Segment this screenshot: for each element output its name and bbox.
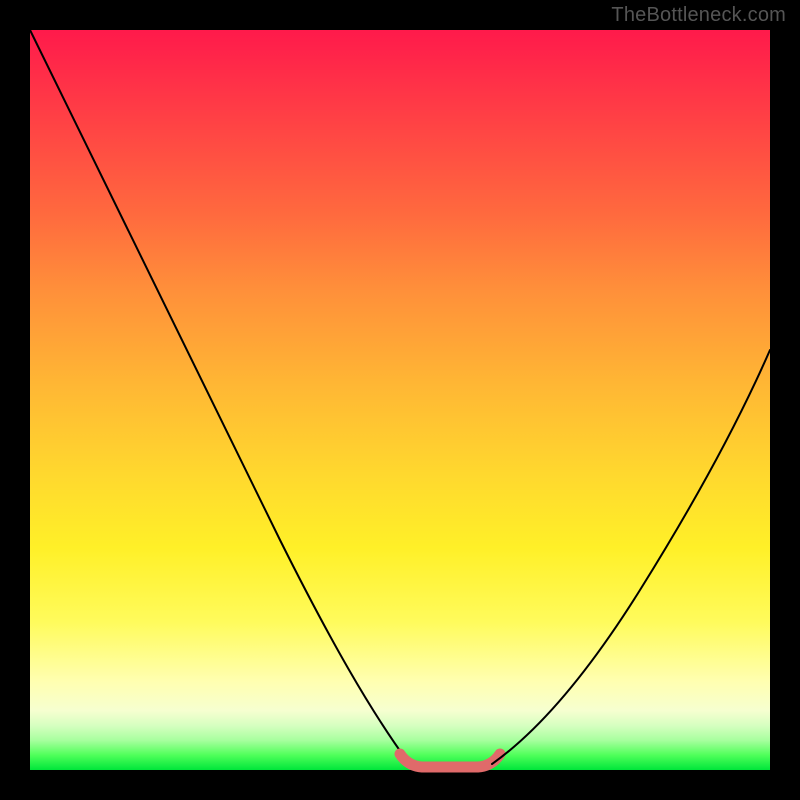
plot-area [30,30,770,770]
curve-left [30,30,408,762]
chart-frame: TheBottleneck.com [0,0,800,800]
curve-right [492,350,770,764]
curve-overlay [30,30,770,770]
watermark-text: TheBottleneck.com [611,4,786,27]
optimum-marker [400,754,500,767]
